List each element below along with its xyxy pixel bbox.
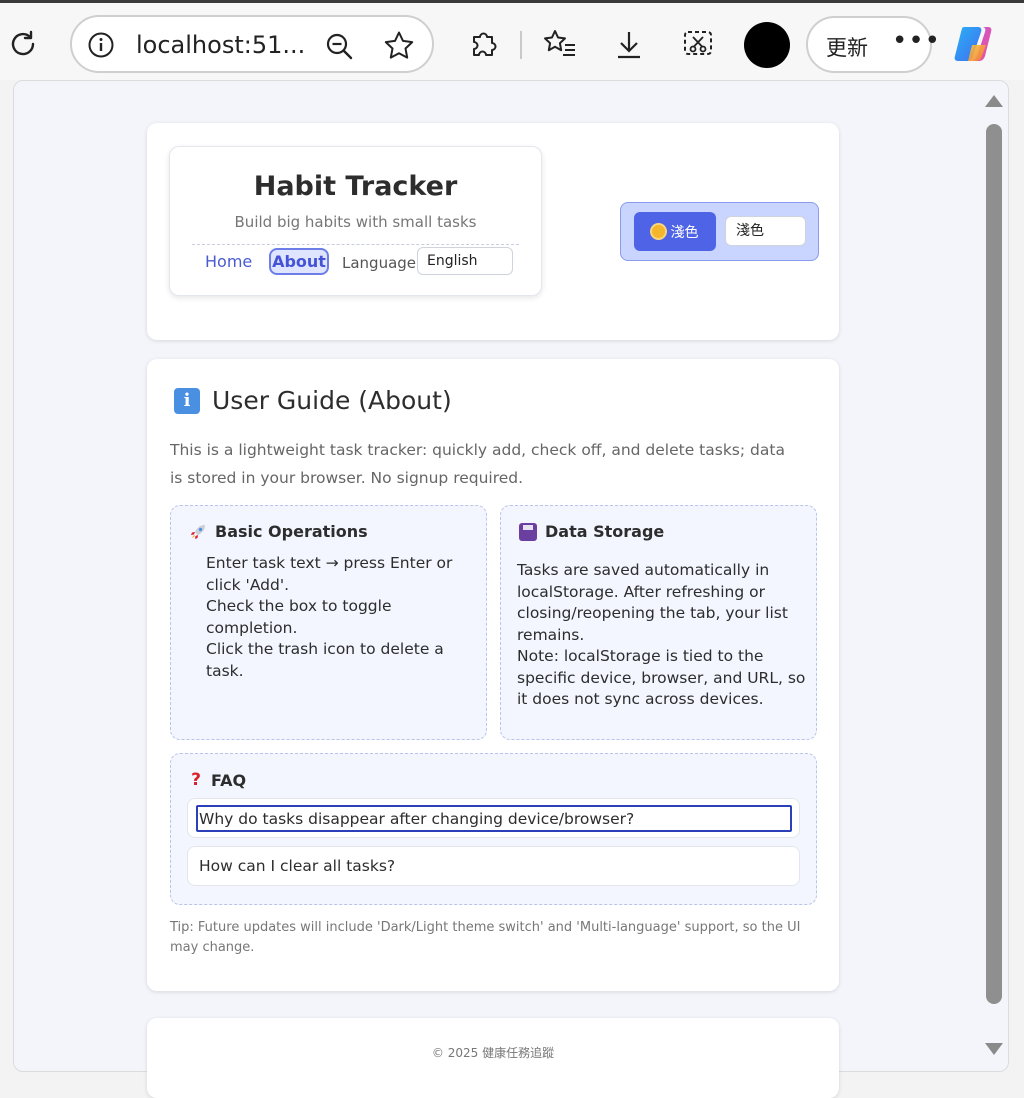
nav-about-link[interactable]: About [269, 248, 329, 275]
favorite-star-icon[interactable] [381, 28, 417, 64]
data-storage-text: Tasks are saved automatically in localSt… [517, 560, 807, 711]
basic-operations-heading: Basic Operations [189, 522, 368, 541]
scrollbar-thumb[interactable] [986, 124, 1002, 1004]
address-text: localhost:51... [136, 31, 306, 59]
favorites-list-icon[interactable] [540, 25, 580, 63]
language-select[interactable]: English [417, 247, 513, 275]
faq-question: Why do tasks disappear after changing de… [199, 810, 635, 828]
more-menu-icon[interactable]: ••• [892, 26, 941, 56]
data-storage-panel: Data Storage Tasks are saved automatical… [500, 505, 817, 740]
language-label: Language [342, 254, 417, 272]
list-item: Check the box to toggle completion. [206, 597, 392, 637]
scroll-up-arrow-icon[interactable] [985, 95, 1003, 107]
guide-intro: This is a lightweight task tracker: quic… [170, 441, 785, 487]
rocket-icon [189, 523, 207, 541]
guide-title: User Guide (About) [212, 386, 452, 415]
theme-switcher: 淺色 淺色 [620, 202, 819, 261]
basic-operations-panel: Basic Operations Enter task text → press… [170, 505, 487, 740]
list-item: Click the trash icon to delete a task. [206, 640, 444, 680]
downloads-icon[interactable] [610, 25, 648, 63]
app-title: Habit Tracker [253, 171, 458, 202]
toolbar-divider [520, 31, 522, 59]
zoom-out-icon[interactable] [322, 29, 356, 63]
storage-note: Note: localStorage is tied to the specif… [517, 647, 806, 708]
theme-select[interactable]: 淺色 [725, 216, 806, 246]
faq-heading: ? FAQ [189, 770, 246, 790]
guide-heading: i User Guide (About) [174, 386, 452, 415]
basic-operations-list: Enter task text → press Enter or click '… [206, 553, 481, 682]
footer-text: © 2025 健康任務追蹤 [431, 1046, 555, 1060]
update-label: 更新 [826, 36, 868, 60]
app-subtitle: Build big habits with small tasks [234, 213, 477, 231]
theme-toggle-button[interactable]: 淺色 [634, 212, 716, 251]
focus-ring: Why do tasks disappear after changing de… [196, 805, 792, 832]
nav-home-link[interactable]: Home [205, 252, 252, 271]
extensions-icon[interactable] [464, 25, 502, 63]
floppy-disk-icon [519, 522, 537, 541]
sun-icon [651, 225, 665, 238]
list-item: Enter task text → press Enter or click '… [206, 554, 453, 594]
basic-operations-title: Basic Operations [215, 522, 368, 541]
brand-panel: Habit Tracker Build big habits with smal… [169, 146, 542, 296]
theme-button-label: 淺色 [670, 224, 699, 241]
question-mark-icon: ? [191, 770, 201, 790]
faq-title: FAQ [211, 770, 247, 790]
site-info-icon[interactable] [86, 30, 116, 60]
refresh-icon[interactable] [6, 27, 40, 61]
storage-paragraph: Tasks are saved automatically in localSt… [517, 561, 788, 644]
brand-divider [192, 244, 519, 245]
tip-text: Tip: Future updates will include 'Dark/L… [170, 920, 801, 955]
copilot-icon[interactable] [950, 21, 998, 67]
faq-panel: ? FAQ Why do tasks disappear after chang… [170, 753, 817, 905]
faq-item[interactable]: How can I clear all tasks? [187, 846, 800, 886]
data-storage-heading: Data Storage [519, 522, 664, 541]
data-storage-title: Data Storage [545, 522, 665, 541]
faq-question: How can I clear all tasks? [199, 857, 396, 875]
update-button[interactable]: 更新 ••• [806, 16, 940, 73]
screenshot-icon[interactable] [678, 25, 718, 63]
footer-card: © 2025 健康任務追蹤 [147, 1018, 839, 1098]
browser-toolbar: localhost:51... 更新 ••• [0, 0, 1024, 80]
scroll-down-arrow-icon[interactable] [985, 1043, 1003, 1055]
address-bar[interactable]: localhost:51... [70, 15, 434, 73]
faq-item[interactable]: Why do tasks disappear after changing de… [187, 798, 800, 838]
profile-avatar[interactable] [744, 22, 790, 68]
info-icon: i [174, 387, 200, 414]
